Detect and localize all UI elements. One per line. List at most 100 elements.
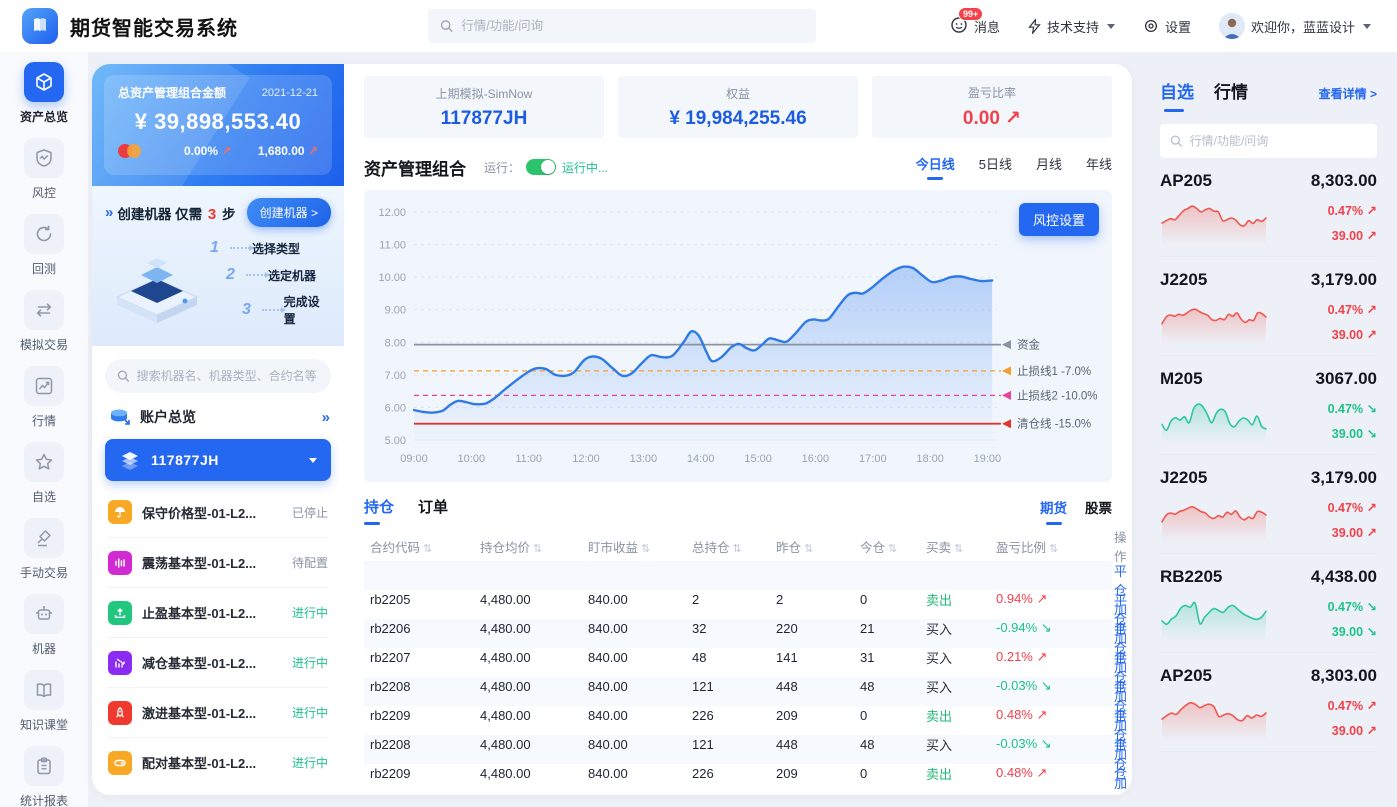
sidebar-item-gavel[interactable]: 手动交易 bbox=[0, 518, 88, 581]
watchlist-item[interactable]: M205 3067.00 0.47% ↘ 39.00 ↘ bbox=[1160, 356, 1377, 455]
sidebar-item-report[interactable]: 统计报表 bbox=[0, 746, 88, 807]
sidebar-item-shield[interactable]: 风控 bbox=[0, 138, 88, 201]
column-header[interactable]: 盯市收益⇅ bbox=[588, 537, 692, 556]
column-header[interactable]: 总持仓⇅ bbox=[692, 537, 776, 556]
sidebar-item-refresh[interactable]: 回测 bbox=[0, 214, 88, 277]
account-selector[interactable]: 117877JH bbox=[105, 439, 331, 481]
robot-search[interactable] bbox=[105, 359, 331, 393]
value-change: 39.00 ↘ bbox=[1328, 426, 1377, 441]
robot-list-item[interactable]: 保守价格型-01-L2... 已停止 bbox=[108, 487, 328, 537]
period-tab[interactable]: 今日线 bbox=[916, 154, 955, 180]
sidebar: 资产总览 风控 回测 模拟交易 行情 自选 手动交易 机器 知识课堂 统计报 bbox=[0, 52, 88, 807]
support-menu[interactable]: 技术支持 bbox=[1028, 17, 1115, 36]
sidebar-item-book[interactable]: 知识课堂 bbox=[0, 670, 88, 733]
column-header[interactable]: 合约代码⇅ bbox=[370, 537, 480, 556]
sort-icon[interactable]: ⇅ bbox=[888, 543, 897, 555]
sidebar-item-robot[interactable]: 机器 bbox=[0, 594, 88, 657]
pair-icon bbox=[108, 751, 132, 775]
main-card: 总资产管理组合金额 2021-12-21 ¥ 39,898,553.40 0.0… bbox=[92, 64, 1132, 795]
watchlist-search[interactable] bbox=[1160, 124, 1377, 158]
card-brand-icon bbox=[118, 144, 148, 158]
sort-icon[interactable]: ⇅ bbox=[804, 543, 813, 555]
sidebar-item-star[interactable]: 自选 bbox=[0, 442, 88, 505]
add-position-link[interactable]: 加仓 bbox=[1114, 776, 1127, 795]
robot-search-input[interactable] bbox=[137, 369, 319, 383]
period-tab[interactable]: 5日线 bbox=[979, 154, 1012, 180]
global-search[interactable] bbox=[428, 9, 816, 43]
cell-avg-price: 4,480.00 bbox=[480, 650, 588, 665]
user-menu[interactable]: 欢迎你，蓝蓝设计 bbox=[1219, 13, 1371, 39]
risk-settings-button[interactable]: 风控设置 bbox=[1019, 203, 1099, 236]
settings-button[interactable]: 设置 bbox=[1143, 17, 1191, 36]
robot-list-item[interactable]: 激进基本型-01-L2... 进行中 bbox=[108, 687, 328, 737]
robot-list-item[interactable]: 配对基本型-01-L2... 进行中 bbox=[108, 737, 328, 787]
column-header[interactable]: 今仓⇅ bbox=[860, 537, 926, 556]
watchlist-item[interactable]: J2205 3,179.00 0.47% ↗ 39.00 ↗ bbox=[1160, 257, 1377, 356]
robot-list-item[interactable]: 减仓基本型-01-L2... 进行中 bbox=[108, 637, 328, 687]
sort-icon[interactable]: ⇅ bbox=[533, 543, 542, 555]
robot-name: 保守价格型-01-L2... bbox=[142, 503, 256, 522]
svg-text:13:00: 13:00 bbox=[630, 453, 658, 465]
global-search-input[interactable] bbox=[461, 19, 804, 33]
sidebar-item-swap[interactable]: 模拟交易 bbox=[0, 290, 88, 353]
watchlist-item[interactable]: RB2205 4,438.00 0.47% ↘ 39.00 ↘ bbox=[1160, 554, 1377, 653]
robot-machine-illustration bbox=[105, 235, 210, 327]
positions-tab[interactable]: 订单 bbox=[418, 496, 448, 525]
period-tab[interactable]: 年线 bbox=[1086, 154, 1112, 180]
main-column: 上期模拟-SimNow 117877JH 权益 ¥ 19,984,255.46 … bbox=[344, 64, 1132, 795]
cell-profit: 840.00 bbox=[588, 679, 692, 694]
avatar bbox=[1219, 13, 1245, 39]
cell-avg-price: 4,480.00 bbox=[480, 679, 588, 694]
sparkline-chart bbox=[1160, 494, 1268, 542]
sort-icon[interactable]: ⇅ bbox=[641, 543, 650, 555]
price: 3,179.00 bbox=[1311, 270, 1377, 290]
robot-icon bbox=[24, 594, 64, 634]
robot-list-item[interactable]: 震荡基本型-01-L2... 待配置 bbox=[108, 537, 328, 587]
report-icon bbox=[24, 746, 64, 786]
watchlist-tab[interactable]: 自选 bbox=[1160, 78, 1194, 112]
svg-text:19:00: 19:00 bbox=[974, 453, 1002, 465]
watchlist-search-input[interactable] bbox=[1190, 134, 1367, 148]
account-overview-label: 账户总览 bbox=[140, 407, 196, 427]
sparkline-chart bbox=[1160, 593, 1268, 641]
percent-change: 0.47% ↗ bbox=[1328, 698, 1377, 713]
portfolio-chart: 5.006.007.008.009.0010.0011.0012.0009:00… bbox=[364, 190, 1112, 487]
positions-tab[interactable]: 持仓 bbox=[364, 496, 394, 525]
price: 8,303.00 bbox=[1311, 666, 1377, 686]
run-toggle[interactable] bbox=[526, 159, 556, 175]
instrument-type-tab[interactable]: 股票 bbox=[1085, 497, 1112, 525]
sidebar-item-trend[interactable]: 行情 bbox=[0, 366, 88, 429]
column-header[interactable]: 持仓均价⇅ bbox=[480, 537, 588, 556]
close-position-link[interactable]: 平仓 bbox=[1114, 738, 1127, 772]
run-label: 运行： bbox=[484, 159, 520, 176]
instrument-type-tab[interactable]: 期货 bbox=[1040, 497, 1067, 525]
column-header[interactable]: 盈亏比例⇅ bbox=[996, 537, 1114, 556]
value-change: 39.00 ↗ bbox=[1328, 525, 1377, 540]
sparkline-chart bbox=[1160, 197, 1268, 245]
search-icon bbox=[117, 369, 130, 383]
period-tab[interactable]: 月线 bbox=[1036, 154, 1062, 180]
sidebar-item-label: 回测 bbox=[32, 260, 56, 277]
watchlist-tab[interactable]: 行情 bbox=[1214, 78, 1248, 112]
cell-today: 48 bbox=[860, 679, 926, 694]
watchlist-item[interactable]: AP205 8,303.00 0.47% ↗ 39.00 ↗ bbox=[1160, 653, 1377, 752]
percent-change: 0.47% ↘ bbox=[1328, 599, 1377, 614]
column-header[interactable]: 昨仓⇅ bbox=[776, 537, 860, 556]
account-overview-row[interactable]: 账户总览 » bbox=[92, 397, 344, 435]
sort-icon[interactable]: ⇅ bbox=[423, 543, 432, 555]
sort-icon[interactable]: ⇅ bbox=[1049, 543, 1058, 555]
account-more-icon[interactable]: » bbox=[322, 409, 328, 426]
create-robot-button[interactable]: 创建机器 > bbox=[247, 198, 331, 227]
sidebar-item-cube[interactable]: 资产总览 bbox=[0, 62, 88, 125]
sort-icon[interactable]: ⇅ bbox=[954, 543, 963, 555]
watchlist-item[interactable]: J2205 3,179.00 0.47% ↗ 39.00 ↗ bbox=[1160, 455, 1377, 554]
svg-text:8.00: 8.00 bbox=[385, 337, 406, 349]
sort-icon[interactable]: ⇅ bbox=[733, 543, 742, 555]
cell-total: 121 bbox=[692, 679, 776, 694]
robot-list-item[interactable]: 止盈基本型-01-L2... 进行中 bbox=[108, 587, 328, 637]
column-header[interactable]: 买卖⇅ bbox=[926, 537, 996, 556]
watchlist-item[interactable]: AP205 8,303.00 0.47% ↗ 39.00 ↗ bbox=[1160, 158, 1377, 257]
messages-button[interactable]: 99+ 消息 bbox=[950, 16, 1000, 37]
view-details-link[interactable]: 查看详情 > bbox=[1319, 85, 1377, 112]
cell-profit: 840.00 bbox=[588, 621, 692, 636]
